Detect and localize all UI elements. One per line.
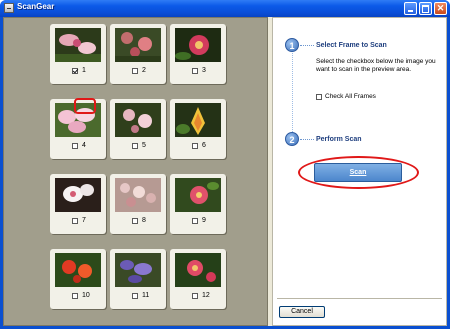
frame-number: 2	[142, 67, 146, 74]
step-2-line	[300, 139, 314, 141]
frame-number: 5	[142, 142, 146, 149]
frame-number: 6	[202, 142, 206, 149]
preview-area: 1 2 3 4 5 6 7 8 9 10 11 12	[3, 17, 268, 326]
frame-12[interactable]: 12	[170, 249, 226, 309]
frame-checkbox[interactable]	[192, 218, 198, 224]
client-area: 1 2 3 4 5 6 7 8 9 10 11 12 1 Select Fram…	[3, 17, 447, 326]
frame-checkbox[interactable]	[72, 68, 78, 74]
frame-2[interactable]: 2	[110, 24, 166, 84]
photo-thumbnail	[55, 28, 101, 62]
frame-11[interactable]: 11	[110, 249, 166, 309]
frame-5[interactable]: 5	[110, 99, 166, 159]
photo-thumbnail	[115, 178, 161, 212]
close-button[interactable]: ✕	[434, 2, 447, 15]
step-2-icon: 2	[285, 132, 299, 146]
frame-number: 9	[202, 217, 206, 224]
step-connector	[292, 48, 294, 138]
step-2-title: Perform Scan	[316, 136, 362, 143]
frame-6[interactable]: 6	[170, 99, 226, 159]
photo-thumbnail	[115, 28, 161, 62]
frame-10[interactable]: 10	[50, 249, 106, 309]
step-1-icon: 1	[285, 38, 299, 52]
frame-number: 10	[82, 292, 90, 299]
frame-checkbox[interactable]	[132, 218, 138, 224]
frame-checkbox[interactable]	[192, 68, 198, 74]
frame-checkbox[interactable]	[132, 143, 138, 149]
frame-9[interactable]: 9	[170, 174, 226, 234]
frame-number: 11	[142, 292, 150, 299]
scan-button-highlight	[298, 156, 419, 189]
frame-1-highlight	[74, 98, 96, 114]
step-1-line	[300, 45, 314, 47]
frame-checkbox[interactable]	[132, 68, 138, 74]
photo-thumbnail	[55, 253, 101, 287]
frame-8[interactable]: 8	[110, 174, 166, 234]
frame-number: 7	[82, 217, 86, 224]
app-icon	[4, 3, 14, 13]
photo-thumbnail	[175, 28, 221, 62]
frame-checkbox[interactable]	[72, 218, 78, 224]
photo-thumbnail	[115, 103, 161, 137]
minimize-button[interactable]	[404, 2, 417, 15]
photo-thumbnail	[175, 253, 221, 287]
scan-panel: 1 Select Frame to Scan Select the checkb…	[272, 17, 447, 326]
frame-number: 4	[82, 142, 86, 149]
maximize-button[interactable]	[419, 2, 432, 15]
step-1-description: Select the checkbox below the image you …	[316, 58, 436, 73]
cancel-button[interactable]: Cancel	[279, 306, 325, 318]
frame-number: 8	[142, 217, 146, 224]
frame-checkbox[interactable]	[72, 293, 78, 299]
photo-thumbnail	[115, 253, 161, 287]
check-all-frames-label[interactable]: Check All Frames	[325, 93, 376, 100]
frame-3[interactable]: 3	[170, 24, 226, 84]
step-1-title: Select Frame to Scan	[316, 42, 387, 49]
frame-number: 1	[82, 67, 86, 74]
scangear-window: ScanGear ✕ 1 2 3 4 5 6 7 8 9 10 11 12 1 …	[0, 0, 450, 329]
divider	[277, 298, 442, 299]
frame-number: 3	[202, 67, 206, 74]
window-title: ScanGear	[17, 2, 55, 11]
photo-thumbnail	[55, 178, 101, 212]
frame-number: 12	[202, 292, 210, 299]
photo-thumbnail	[175, 178, 221, 212]
frame-checkbox[interactable]	[192, 143, 198, 149]
frame-checkbox[interactable]	[72, 143, 78, 149]
frame-1[interactable]: 1	[50, 24, 106, 84]
check-all-frames-checkbox[interactable]	[316, 94, 322, 100]
photo-thumbnail	[175, 103, 221, 137]
frame-checkbox[interactable]	[192, 293, 198, 299]
frame-checkbox[interactable]	[132, 293, 138, 299]
frame-7[interactable]: 7	[50, 174, 106, 234]
title-bar[interactable]: ScanGear ✕	[0, 0, 450, 17]
